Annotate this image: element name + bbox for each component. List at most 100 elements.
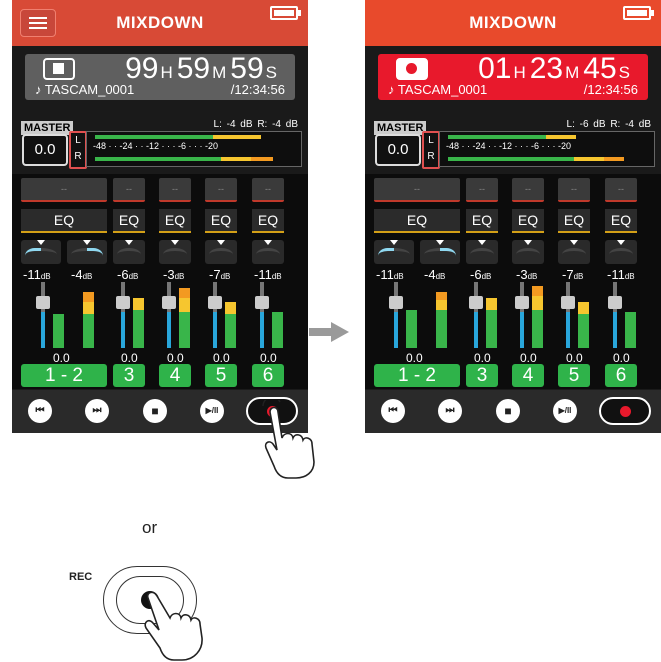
- pan-knob[interactable]: [21, 240, 61, 264]
- skip-back-icon[interactable]: ⏮: [381, 399, 405, 423]
- channel-fader[interactable]: [255, 282, 269, 348]
- channel-fader[interactable]: [469, 282, 483, 348]
- channel-select-button[interactable]: 4: [512, 364, 544, 387]
- fader-value: 0.0: [53, 351, 70, 365]
- fader-value: 0.0: [260, 351, 277, 365]
- pan-knob[interactable]: [67, 240, 107, 264]
- or-text: or: [142, 518, 158, 537]
- fader-value: 0.0: [121, 351, 138, 365]
- channel-select-button[interactable]: 6: [605, 364, 637, 387]
- effect-slot[interactable]: --: [466, 178, 498, 202]
- master-value[interactable]: 0.0: [375, 134, 421, 166]
- record-button[interactable]: [599, 397, 651, 425]
- effect-slot[interactable]: --: [605, 178, 637, 202]
- elapsed-time: 99 H 59 M 59 S: [125, 52, 277, 85]
- channel-fader[interactable]: [208, 282, 222, 348]
- play-pause-icon[interactable]: ▶/II: [200, 399, 224, 423]
- time-display: 01 H 23 M 45 S ♪ TASCAM_0001 /12:34:56: [378, 52, 648, 100]
- skip-forward-icon[interactable]: ⏭: [438, 399, 462, 423]
- channel-gain: -3dB: [516, 267, 538, 282]
- effect-slot[interactable]: --: [512, 178, 544, 202]
- channel-fader[interactable]: [116, 282, 130, 348]
- eq-button[interactable]: EQ: [374, 209, 460, 233]
- channel-gain: -3dB: [163, 267, 185, 282]
- eq-button[interactable]: EQ: [605, 209, 637, 233]
- pan-knob[interactable]: [512, 240, 544, 264]
- channel-gain: -4dB: [71, 267, 93, 282]
- pan-knob[interactable]: [159, 240, 191, 264]
- pan-knob[interactable]: [466, 240, 498, 264]
- effect-slot[interactable]: --: [374, 178, 460, 202]
- channel-select-button[interactable]: 3: [113, 364, 145, 387]
- channel-gain: -7dB: [562, 267, 584, 282]
- rec-label: REC: [69, 571, 93, 583]
- file-name: ♪ TASCAM_0001: [35, 82, 135, 97]
- arrow-right-icon: [309, 322, 349, 342]
- eq-button[interactable]: EQ: [512, 209, 544, 233]
- channel-gain: -7dB: [209, 267, 231, 282]
- channel-select-button[interactable]: 3: [466, 364, 498, 387]
- channel-meter: [179, 288, 190, 348]
- channel-meter: [406, 310, 417, 348]
- eq-button[interactable]: EQ: [21, 209, 107, 233]
- fader-value: 0.0: [213, 351, 230, 365]
- effect-slot[interactable]: --: [21, 178, 107, 202]
- eq-button[interactable]: EQ: [558, 209, 590, 233]
- eq-button[interactable]: EQ: [252, 209, 284, 233]
- file-name: ♪ TASCAM_0001: [388, 82, 488, 97]
- finger-press-icon: [144, 591, 203, 661]
- eq-button[interactable]: EQ: [466, 209, 498, 233]
- record-icon: [620, 406, 631, 417]
- master-label: MASTER: [374, 121, 427, 135]
- eq-button[interactable]: EQ: [205, 209, 237, 233]
- channel-select-button[interactable]: 1 - 2: [21, 364, 107, 387]
- play-pause-icon[interactable]: ▶/II: [553, 399, 577, 423]
- channel-meter: [578, 302, 589, 348]
- channel-fader[interactable]: [608, 282, 622, 348]
- effect-slot[interactable]: --: [159, 178, 191, 202]
- effect-slot[interactable]: --: [205, 178, 237, 202]
- time-display: 99 H 59 M 59 S ♪ TASCAM_0001 /12:34:56: [25, 52, 295, 100]
- elapsed-time: 01 H 23 M 45 S: [478, 52, 630, 85]
- eq-button[interactable]: EQ: [113, 209, 145, 233]
- channel-gain: -6dB: [470, 267, 492, 282]
- channel-select-button[interactable]: 4: [159, 364, 191, 387]
- effect-slot[interactable]: --: [113, 178, 145, 202]
- channel-select-button[interactable]: 5: [205, 364, 237, 387]
- channel-meter: [625, 312, 636, 348]
- pan-knob[interactable]: [113, 240, 145, 264]
- effect-slot[interactable]: --: [558, 178, 590, 202]
- level-meter: -48 · · -24 · · -12 · · · -6 · · · -20: [86, 131, 302, 167]
- pan-knob[interactable]: [605, 240, 637, 264]
- master-value[interactable]: 0.0: [22, 134, 68, 166]
- channel-fader[interactable]: [389, 282, 403, 348]
- pan-knob[interactable]: [252, 240, 284, 264]
- pan-knob[interactable]: [420, 240, 460, 264]
- stop-icon[interactable]: ■: [496, 399, 520, 423]
- effect-slot[interactable]: --: [252, 178, 284, 202]
- pan-knob[interactable]: [558, 240, 590, 264]
- skip-back-icon[interactable]: ⏮: [28, 399, 52, 423]
- channel-fader[interactable]: [515, 282, 529, 348]
- meter-scale: -48 · · -24 · · -12 · · · -6 · · · -20: [93, 141, 219, 151]
- channel-gain: -11dB: [254, 267, 282, 282]
- channel-meter: [436, 292, 447, 348]
- channel-meter: [225, 302, 236, 348]
- channel-gain: -4dB: [424, 267, 446, 282]
- pan-knob[interactable]: [205, 240, 237, 264]
- channel-select-button[interactable]: 6: [252, 364, 284, 387]
- pan-knob[interactable]: [374, 240, 414, 264]
- channel-fader[interactable]: [162, 282, 176, 348]
- finger-tap-icon: [262, 400, 315, 479]
- skip-forward-icon[interactable]: ⏭: [85, 399, 109, 423]
- channel-fader[interactable]: [36, 282, 50, 348]
- record-status-icon: [396, 58, 428, 80]
- channel-select-button[interactable]: 1 - 2: [374, 364, 460, 387]
- eq-button[interactable]: EQ: [159, 209, 191, 233]
- channel-select-button[interactable]: 5: [558, 364, 590, 387]
- stop-icon[interactable]: ■: [143, 399, 167, 423]
- level-meter: -48 · · -24 · · -12 · · · -6 · · · -20: [439, 131, 655, 167]
- title-bar: MIXDOWN: [12, 0, 308, 46]
- channel-fader[interactable]: [561, 282, 575, 348]
- total-time: /12:34:56: [583, 82, 638, 97]
